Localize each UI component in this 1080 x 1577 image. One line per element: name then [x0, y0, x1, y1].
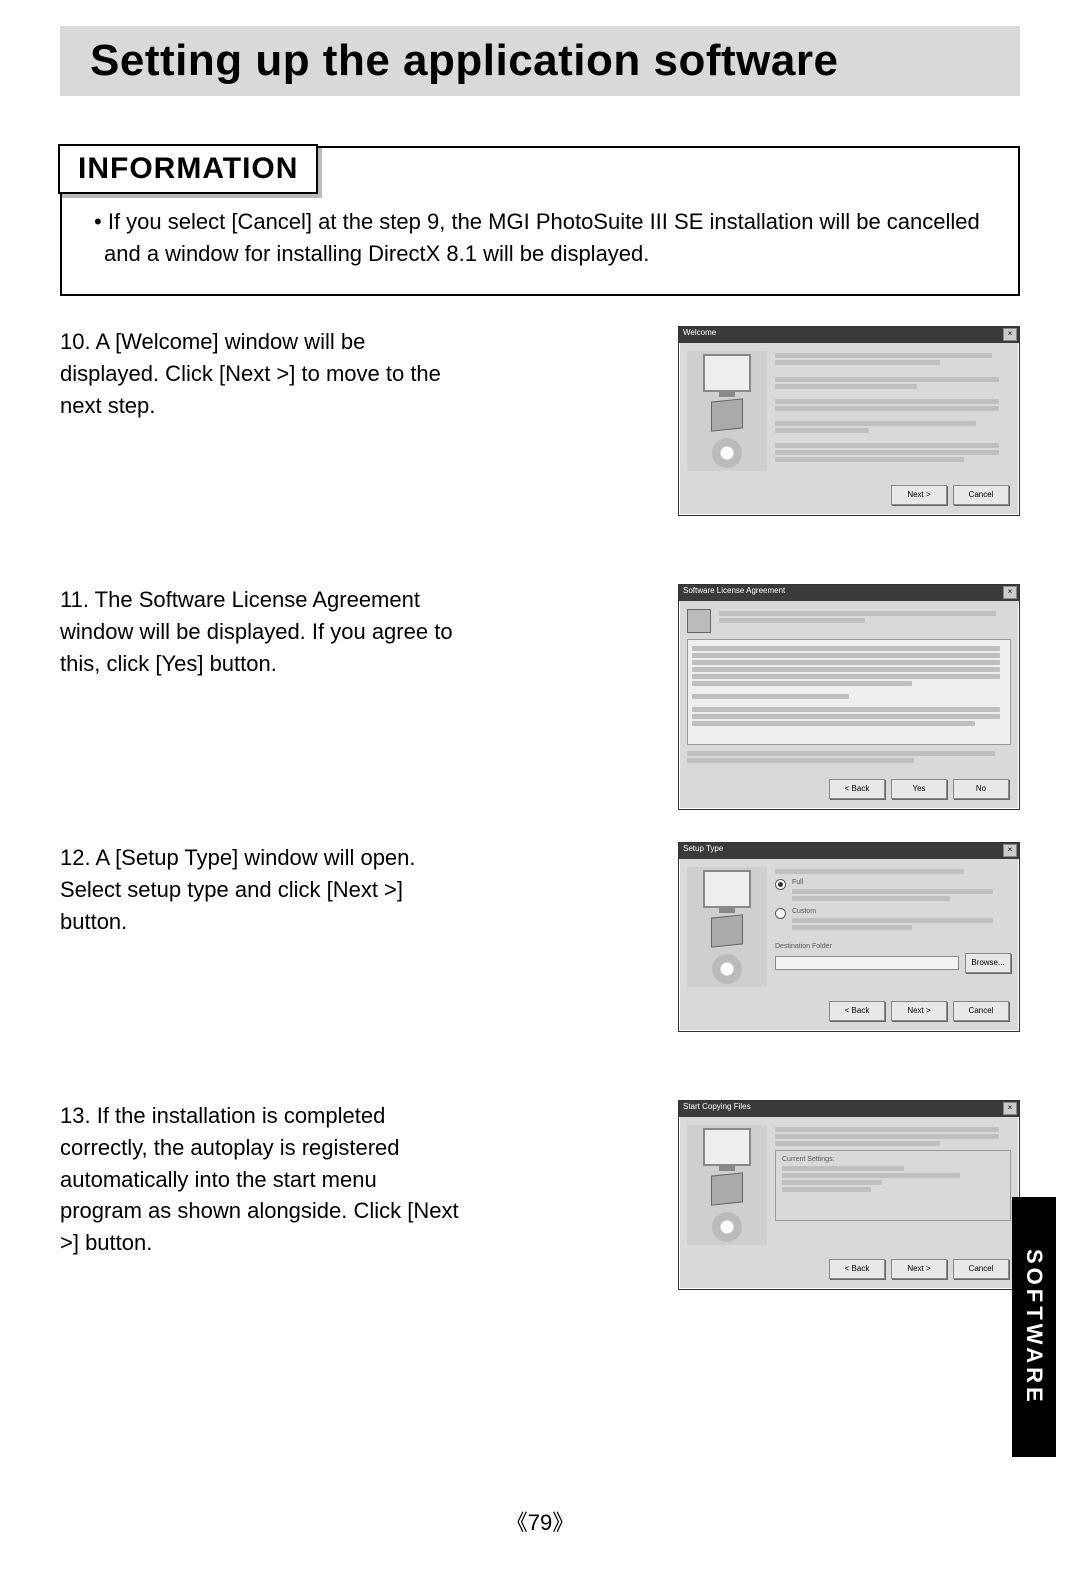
dialog-content: [775, 351, 1011, 471]
steps-list: 10. A [Welcome] window will be displayed…: [60, 326, 1020, 1330]
monitor-icon: [703, 1128, 751, 1166]
screenshot-welcome: Welcome ×: [678, 326, 1020, 516]
back-button[interactable]: < Back: [829, 779, 885, 799]
close-icon[interactable]: ×: [1003, 844, 1017, 857]
no-button[interactable]: No: [953, 779, 1009, 799]
step-12: 12. A [Setup Type] window will open. Sel…: [60, 842, 1020, 1072]
cancel-button[interactable]: Cancel: [953, 485, 1009, 505]
license-dialog: Software License Agreement ×: [678, 584, 1020, 810]
monitor-icon: [703, 870, 751, 908]
destination-path-field: [775, 956, 959, 970]
monitor-icon: [703, 354, 751, 392]
dialog-button-row: Next > Cancel: [679, 479, 1019, 515]
cd-icon: [712, 1212, 742, 1242]
document-icon: [687, 609, 711, 633]
step-13: 13. If the installation is completed cor…: [60, 1100, 1020, 1330]
destination-folder: Destination Folder Browse...: [775, 942, 1011, 973]
radio-icon: [775, 908, 786, 919]
manual-page: Setting up the application software INFO…: [0, 0, 1080, 1577]
screenshot-start-copying: Start Copying Files ×: [678, 1100, 1020, 1290]
radio-icon: [775, 879, 786, 890]
page-number: 《79》: [0, 1505, 1080, 1537]
step-text: 11. The Software License Agreement windo…: [60, 584, 460, 680]
next-button[interactable]: Next >: [891, 1259, 947, 1279]
step-text: 12. A [Setup Type] window will open. Sel…: [60, 842, 460, 938]
close-icon[interactable]: ×: [1003, 328, 1017, 341]
step-11: 11. The Software License Agreement windo…: [60, 584, 1020, 814]
dialog-button-row: < Back Next > Cancel: [679, 1253, 1019, 1289]
box-icon: [711, 914, 743, 947]
dialog-titlebar: Start Copying Files ×: [679, 1101, 1019, 1117]
step-10: 10. A [Welcome] window will be displayed…: [60, 326, 1020, 556]
license-text-area[interactable]: [687, 639, 1011, 745]
dialog-content: Current Settings:: [775, 1125, 1011, 1245]
cancel-button[interactable]: Cancel: [953, 1259, 1009, 1279]
browse-button[interactable]: Browse...: [965, 953, 1011, 973]
step-text: 10. A [Welcome] window will be displayed…: [60, 326, 460, 422]
section-tab-software: SOFTWARE: [1012, 1197, 1056, 1457]
welcome-dialog: Welcome ×: [678, 326, 1020, 516]
close-icon[interactable]: ×: [1003, 586, 1017, 599]
setup-type-dialog: Setup Type ×: [678, 842, 1020, 1032]
next-button[interactable]: Next >: [891, 485, 947, 505]
box-icon: [711, 398, 743, 431]
dialog-titlebar: Welcome ×: [679, 327, 1019, 343]
information-heading: INFORMATION: [58, 144, 318, 194]
cd-icon: [712, 438, 742, 468]
wizard-side-image: [687, 867, 767, 987]
current-settings-group: Current Settings:: [775, 1150, 1011, 1221]
back-button[interactable]: < Back: [829, 1001, 885, 1021]
screenshot-license: Software License Agreement ×: [678, 584, 1020, 810]
close-icon[interactable]: ×: [1003, 1102, 1017, 1115]
dialog-button-row: < Back Next > Cancel: [679, 995, 1019, 1031]
radio-custom[interactable]: Custom: [775, 907, 1011, 932]
cd-icon: [712, 954, 742, 984]
page-title-bar: Setting up the application software: [60, 26, 1020, 96]
dialog-content: Full Custom: [775, 867, 1011, 987]
start-copying-dialog: Start Copying Files ×: [678, 1100, 1020, 1290]
dialog-button-row: < Back Yes No: [679, 773, 1019, 809]
step-text: 13. If the installation is completed cor…: [60, 1100, 460, 1259]
screenshot-setup-type: Setup Type ×: [678, 842, 1020, 1032]
wizard-side-image: [687, 1125, 767, 1245]
box-icon: [711, 1172, 743, 1205]
information-bullet: • If you select [Cancel] at the step 9, …: [86, 206, 994, 270]
wizard-side-image: [687, 351, 767, 471]
radio-full[interactable]: Full: [775, 878, 1011, 903]
next-button[interactable]: Next >: [891, 1001, 947, 1021]
dialog-titlebar: Setup Type ×: [679, 843, 1019, 859]
page-title: Setting up the application software: [90, 36, 990, 86]
information-box: INFORMATION • If you select [Cancel] at …: [60, 146, 1020, 296]
cancel-button[interactable]: Cancel: [953, 1001, 1009, 1021]
yes-button[interactable]: Yes: [891, 779, 947, 799]
dialog-titlebar: Software License Agreement ×: [679, 585, 1019, 601]
back-button[interactable]: < Back: [829, 1259, 885, 1279]
